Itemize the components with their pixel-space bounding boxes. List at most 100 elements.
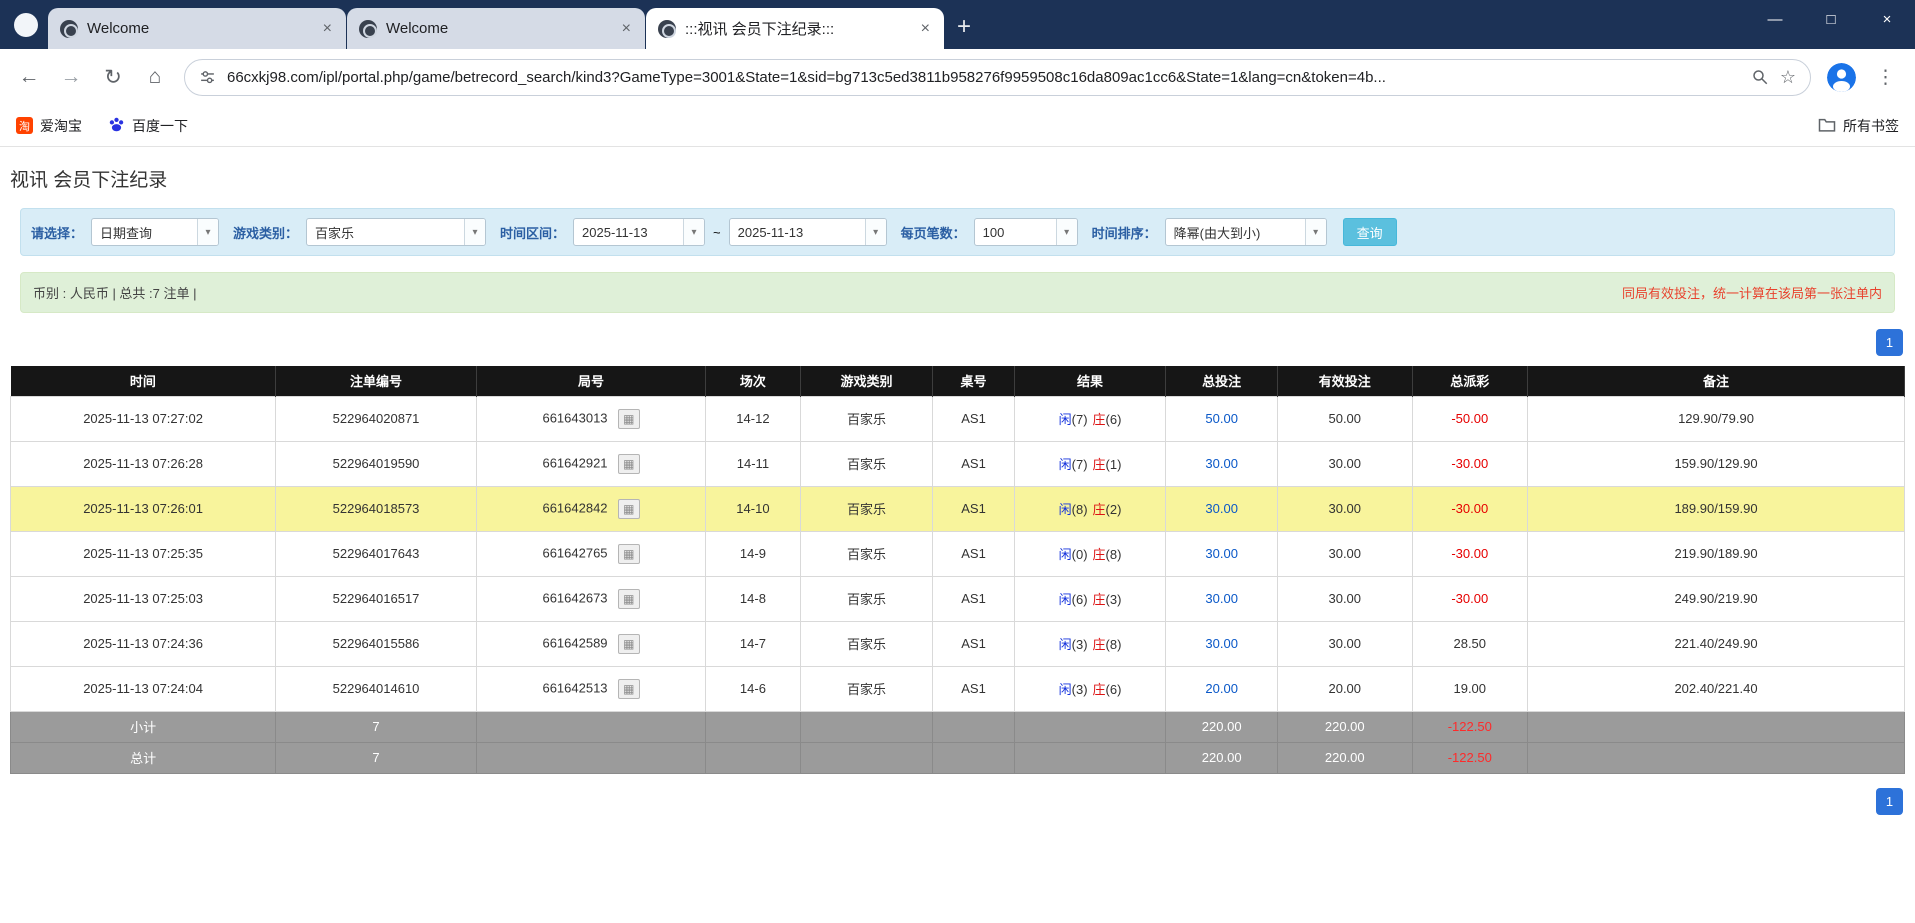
forward-button[interactable]: →	[58, 65, 84, 89]
chevron-down-icon[interactable]: ▾	[464, 219, 485, 245]
cell-time: 2025-11-13 07:24:04	[11, 666, 276, 711]
table-row[interactable]: 2025-11-13 07:26:28 522964019590 6616429…	[11, 441, 1905, 486]
empty-cell	[1014, 742, 1166, 773]
bookmark-baidu[interactable]: 百度一下	[108, 116, 188, 136]
pagination-top: 1	[12, 329, 1903, 356]
roadmap-icon[interactable]: ▦	[618, 454, 639, 474]
date-from-value: 2025-11-13	[574, 219, 683, 245]
column-header: 注单编号	[276, 366, 477, 396]
empty-cell	[706, 742, 801, 773]
query-type-select[interactable]: 日期查询 ▾	[91, 218, 219, 246]
url-text[interactable]: 66cxkj98.com/ipl/portal.php/game/betreco…	[227, 69, 1740, 86]
table-row[interactable]: 2025-11-13 07:26:01 522964018573 6616428…	[11, 486, 1905, 531]
query-type-value: 日期查询	[92, 219, 197, 245]
table-row[interactable]: 2025-11-13 07:27:02 522964020871 6616430…	[11, 396, 1905, 441]
roadmap-icon[interactable]: ▦	[618, 634, 639, 654]
tab-close-icon[interactable]: ×	[620, 20, 633, 38]
maximize-button[interactable]: □	[1803, 0, 1859, 40]
browser-menu-icon[interactable]: ⋮	[1872, 66, 1899, 89]
cell-total-bet[interactable]: 30.00	[1166, 441, 1278, 486]
chevron-down-icon[interactable]: ▾	[865, 219, 886, 245]
home-button[interactable]: ⌂	[142, 65, 168, 89]
date-to-select[interactable]: 2025-11-13 ▾	[729, 218, 887, 246]
cell-total-bet[interactable]: 50.00	[1166, 396, 1278, 441]
roadmap-icon[interactable]: ▦	[618, 589, 639, 609]
cell-game-type: 百家乐	[800, 621, 933, 666]
cell-total-bet[interactable]: 20.00	[1166, 666, 1278, 711]
chevron-down-icon[interactable]: ▾	[1305, 219, 1326, 245]
result-player: 闲	[1059, 592, 1072, 607]
cell-note: 249.90/219.90	[1528, 576, 1905, 621]
bookmark-label: 爱淘宝	[40, 116, 82, 136]
tab-title: Welcome	[87, 20, 312, 37]
tab-close-icon[interactable]: ×	[321, 20, 334, 38]
new-tab-button[interactable]: +	[957, 15, 971, 39]
roadmap-icon[interactable]: ▦	[618, 499, 639, 519]
cell-note: 221.40/249.90	[1528, 621, 1905, 666]
cell-total-bet[interactable]: 30.00	[1166, 621, 1278, 666]
all-bookmarks-button[interactable]: 所有书签	[1818, 116, 1899, 136]
back-button[interactable]: ←	[16, 65, 42, 89]
result-player: 闲	[1059, 547, 1072, 562]
table-row[interactable]: 2025-11-13 07:25:03 522964016517 6616426…	[11, 576, 1905, 621]
range-separator: ~	[713, 225, 721, 240]
tab-favicon	[60, 20, 78, 38]
cell-total-bet[interactable]: 30.00	[1166, 576, 1278, 621]
browser-tab[interactable]: :::视讯 会员下注纪录::: ×	[646, 8, 944, 49]
browser-tab[interactable]: Welcome ×	[347, 8, 645, 49]
cell-table-no: AS1	[933, 396, 1014, 441]
search-button[interactable]: 查询	[1343, 218, 1397, 246]
sort-select[interactable]: 降幂(由大到小) ▾	[1165, 218, 1327, 246]
table-row[interactable]: 2025-11-13 07:25:35 522964017643 6616427…	[11, 531, 1905, 576]
page-1-button[interactable]: 1	[1876, 788, 1903, 815]
cell-session: 14-8	[706, 576, 801, 621]
zoom-icon[interactable]	[1751, 68, 1769, 86]
site-info-icon[interactable]	[199, 69, 216, 86]
subtotal-row: 小计 7 220.00 220.00 -122.50	[11, 711, 1905, 742]
cell-table-no: AS1	[933, 666, 1014, 711]
result-player-score: (3)	[1072, 682, 1088, 697]
table-row[interactable]: 2025-11-13 07:24:04 522964014610 6616425…	[11, 666, 1905, 711]
tab-close-icon[interactable]: ×	[919, 20, 932, 38]
bookmark-aitaobao[interactable]: 淘 爱淘宝	[16, 116, 82, 136]
cell-total-bet[interactable]: 30.00	[1166, 531, 1278, 576]
total-valid-bet: 220.00	[1278, 742, 1412, 773]
page-title: 视讯 会员下注纪录	[10, 165, 1905, 192]
roadmap-icon[interactable]: ▦	[618, 679, 639, 699]
minimize-button[interactable]: —	[1747, 0, 1803, 40]
round-id-text: 661642842	[542, 500, 607, 515]
result-banker-score: (3)	[1106, 592, 1122, 607]
browser-tab[interactable]: Welcome ×	[48, 8, 346, 49]
table-row[interactable]: 2025-11-13 07:24:36 522964015586 6616425…	[11, 621, 1905, 666]
date-from-select[interactable]: 2025-11-13 ▾	[573, 218, 705, 246]
profile-avatar[interactable]	[1827, 63, 1856, 92]
date-range-label: 时间区间：	[500, 223, 565, 242]
cell-table-no: AS1	[933, 531, 1014, 576]
address-bar[interactable]: 66cxkj98.com/ipl/portal.php/game/betreco…	[184, 59, 1811, 96]
cell-note: 202.40/221.40	[1528, 666, 1905, 711]
result-player: 闲	[1059, 682, 1072, 697]
cell-table-no: AS1	[933, 621, 1014, 666]
bookmark-star-icon[interactable]: ☆	[1780, 67, 1796, 88]
cell-total-bet[interactable]: 30.00	[1166, 486, 1278, 531]
cell-valid-bet: 30.00	[1278, 486, 1412, 531]
page-1-button[interactable]: 1	[1876, 329, 1903, 356]
page-size-select[interactable]: 100 ▾	[974, 218, 1078, 246]
reload-button[interactable]: ↻	[100, 65, 126, 90]
sort-value: 降幂(由大到小)	[1166, 219, 1305, 245]
empty-cell	[476, 742, 705, 773]
roadmap-icon[interactable]: ▦	[618, 544, 639, 564]
chevron-down-icon[interactable]: ▾	[197, 219, 218, 245]
chevron-down-icon[interactable]: ▾	[1056, 219, 1077, 245]
subtotal-label: 小计	[11, 711, 276, 742]
cell-table-no: AS1	[933, 441, 1014, 486]
cell-payout: -30.00	[1412, 486, 1528, 531]
game-type-select[interactable]: 百家乐 ▾	[306, 218, 486, 246]
close-button[interactable]: ×	[1859, 0, 1915, 40]
empty-cell	[1014, 711, 1166, 742]
subtotal-payout: -122.50	[1412, 711, 1528, 742]
chevron-down-icon[interactable]: ▾	[683, 219, 704, 245]
result-player-score: (6)	[1072, 592, 1088, 607]
roadmap-icon[interactable]: ▦	[618, 409, 639, 429]
window-menu-button[interactable]	[14, 13, 38, 37]
